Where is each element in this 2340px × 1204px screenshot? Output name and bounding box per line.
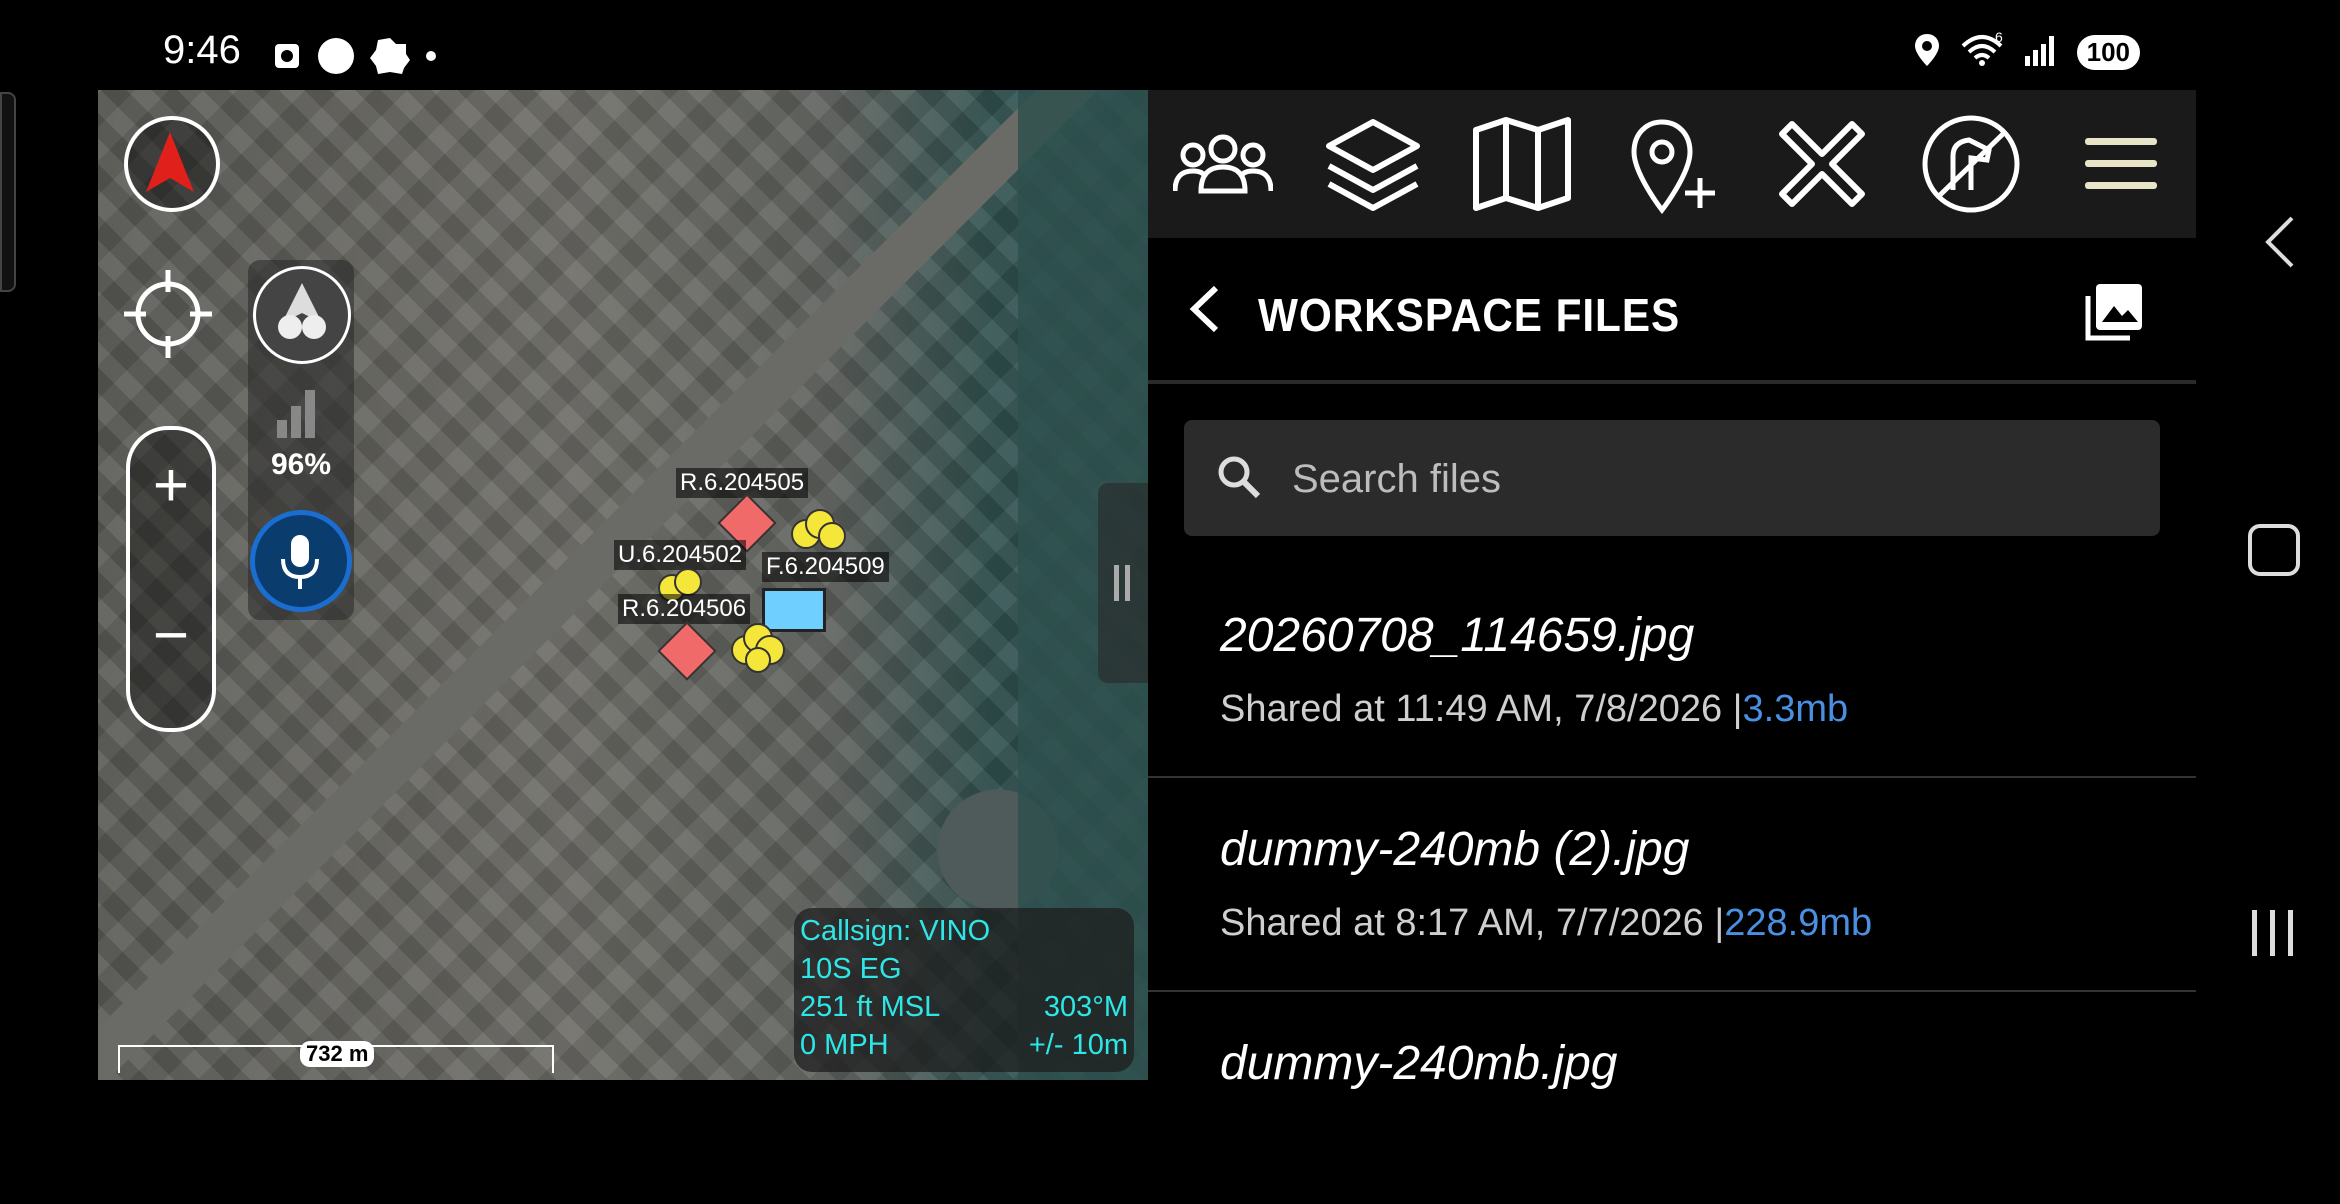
alarm-icon [272,41,302,76]
push-to-talk-button[interactable] [250,510,352,612]
self-info-overlay: Callsign: VINO 10S EG 251 ft MSL 303°M 0 … [794,908,1134,1072]
cell-signal-icon [2023,34,2059,71]
layers-icon [1325,119,1420,211]
scale-label: 732 m [300,1041,375,1067]
circle-icon [316,36,356,81]
k9-tracker-button[interactable] [1916,109,2026,219]
edge-panel-handle[interactable] [0,92,16,292]
nav-recents-button[interactable] [2248,908,2298,969]
main-menu-button[interactable] [2066,109,2176,219]
compass-button[interactable] [124,116,220,212]
callsign-text: Callsign: VINO [800,915,991,947]
svg-text:6: 6 [1995,32,2003,45]
nav-back-icon [2265,216,2294,268]
heading-text: 303°M [1043,991,1128,1023]
marker-label: F.6.204509 [762,552,889,582]
panel-resize-handle[interactable] [1098,483,1148,683]
file-shared-text: Shared at 8:17 AM, 7/7/2026 | [1220,902,1725,944]
status-system-icons: 6 100 [1913,29,2140,73]
main-toolbar [1148,90,2196,238]
close-tool-button[interactable] [1767,109,1877,219]
marker-label: U.6.204502 [614,540,747,570]
marker-cloud-yellow[interactable] [788,508,848,558]
close-x-icon [1778,121,1865,207]
gallery-button[interactable] [2082,282,2144,344]
hamburger-menu-icon [2085,138,2158,189]
file-size: 3.3mb [1742,688,1849,730]
status-time: 9:46 [163,28,241,72]
image-gallery-icon [2085,284,2142,341]
signal-percent: 96% [270,448,332,481]
list-item[interactable]: 20260708_114659.jpg Shared at 11:49 AM, … [1148,564,2196,778]
recents-icon [2252,910,2293,956]
chevron-left-icon [1189,285,1219,333]
layers-button[interactable] [1318,109,1428,219]
wifi-icon: 6 [1959,29,2005,73]
file-name: dummy-240mb (2).jpg [1220,823,1690,876]
marker-diamond-red[interactable] [657,621,717,681]
north-arrow-icon [146,132,194,192]
dog-icon [1922,115,2020,213]
nav-back-button[interactable] [2262,214,2298,275]
status-notification-icons [272,36,438,81]
file-meta: Shared at 8:17 AM, 7/7/2026 |228.9mb [1220,902,1872,945]
crosshair-icon [124,270,212,358]
file-list: 20260708_114659.jpg Shared at 11:49 AM, … [1148,564,2196,1204]
status-bar: 9:46 6 100 [0,0,2340,90]
speed-text: 0 MPH [800,1029,889,1061]
altitude-text: 251 ft MSL [800,991,941,1023]
battery-indicator: 100 [2076,35,2140,70]
team-connect-button[interactable] [253,266,351,364]
zoom-out-button[interactable]: − [130,600,212,671]
contacts-button[interactable] [1168,109,1278,219]
page-title: WORKSPACE FILES [1258,289,1681,341]
map-view[interactable]: + − 96% R.6.204505 U.6.204502 F.6.204509… [98,90,1148,1080]
file-size: 228.9mb [1724,902,1873,944]
search-box [1184,420,2160,536]
microphone-icon [281,535,319,589]
map-button[interactable] [1467,109,1577,219]
team-logo-icon [278,283,326,339]
accuracy-text: +/- 10m [1028,1029,1128,1061]
map-icon [1473,117,1572,211]
marker-cloud-yellow[interactable] [728,620,788,676]
dot-icon [424,49,438,68]
nav-home-button[interactable] [2248,524,2300,576]
list-item[interactable]: dummy-240mb (2).jpg Shared at 8:17 AM, 7… [1148,778,2196,992]
marker-label: R.6.204505 [676,468,809,498]
badge-icon [370,36,410,81]
system-nav-bar [2196,90,2340,1080]
zoom-control: + − [126,426,216,732]
search-input[interactable] [1290,442,2114,516]
map-scale-bar: 732 m [118,1041,554,1073]
locate-self-button[interactable] [124,270,212,358]
drag-handle-icon [1114,565,1130,601]
file-meta: Shared at 11:49 AM, 7/8/2026 |3.3mb [1220,688,1848,731]
location-icon [1913,32,1941,73]
signal-strength-icon [273,380,323,440]
grid-text: 10S EG [800,953,902,985]
file-name: 20260708_114659.jpg [1220,609,1695,662]
panel-header: WORKSPACE FILES [1148,238,2196,384]
search-icon [1218,456,1261,499]
add-point-button[interactable] [1617,109,1727,219]
file-shared-text: Shared at 11:49 AM, 7/8/2026 | [1220,688,1743,730]
add-point-icon [1631,119,1715,214]
list-item[interactable]: dummy-240mb.jpg [1148,992,2196,1204]
back-button[interactable] [1186,284,1226,347]
file-name: dummy-240mb.jpg [1220,1037,1618,1090]
zoom-in-button[interactable]: + [130,450,212,521]
workspace-files-panel: WORKSPACE FILES 20260708_114659.jpg Shar… [1148,238,2196,1090]
contacts-icon [1172,134,1273,194]
